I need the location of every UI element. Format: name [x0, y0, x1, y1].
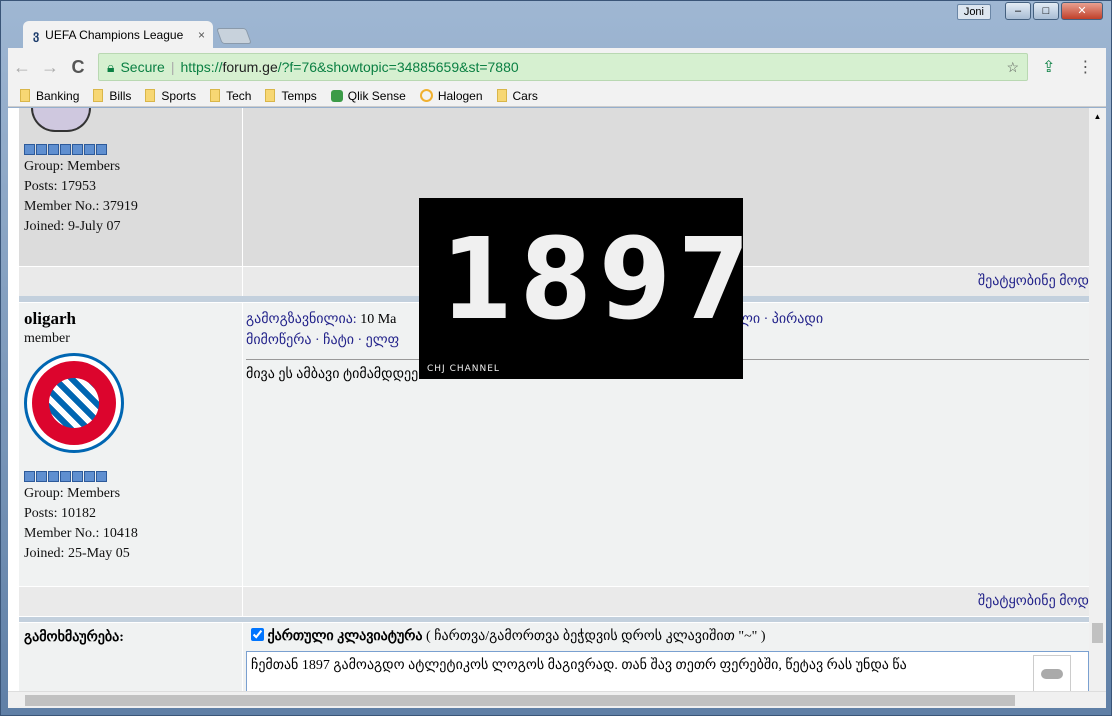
- address-bar[interactable]: 🔒︎ Secure | https://forum.ge/?f=76&showt…: [98, 53, 1028, 81]
- report-link[interactable]: შეატყობინე მოდ: [978, 273, 1089, 290]
- folder-icon: [496, 88, 507, 102]
- bookmark-bills[interactable]: Bills: [93, 88, 131, 103]
- sent-label[interactable]: გამოგზავნილია:: [246, 312, 357, 327]
- maximize-button[interactable]: □: [1033, 2, 1059, 20]
- extension-icon[interactable]: ⇪: [1042, 57, 1055, 77]
- bookmark-tech[interactable]: Tech: [210, 88, 251, 103]
- bookmarks-bar: Banking Bills Sports Tech Temps Qlik Sen…: [8, 85, 1106, 107]
- reload-button[interactable]: C: [64, 57, 92, 78]
- url-path: /?f=76&showtopic=34885659&st=7880: [277, 59, 519, 75]
- bookmark-sports[interactable]: Sports: [145, 88, 196, 103]
- bookmark-halogen[interactable]: Halogen: [419, 88, 483, 103]
- scroll-up-icon: ▲: [1093, 112, 1102, 121]
- back-button[interactable]: ←: [8, 57, 36, 78]
- bookmark-cars[interactable]: Cars: [496, 88, 538, 103]
- avatar-bayern-logo: [24, 353, 124, 453]
- reply-textarea[interactable]: ჩემთან 1897 გამოაგდო ატლეტიკოს ლოგოს მაგ…: [246, 651, 1089, 693]
- folder-icon: [93, 88, 104, 102]
- folder-icon: [210, 88, 221, 102]
- horizontal-scrollbar[interactable]: [8, 691, 1106, 708]
- vertical-scrollbar[interactable]: ▲: [1089, 108, 1106, 708]
- tab-active[interactable]: ვ UEFA Champions League ×: [23, 21, 213, 48]
- secure-label: Secure: [120, 59, 165, 75]
- scroll-thumb[interactable]: [25, 695, 1015, 706]
- profile-button[interactable]: Joni: [956, 4, 991, 20]
- post1-author: Group: Members Posts: 17953 Member No.: …: [19, 108, 242, 266]
- folder-icon: [145, 88, 156, 102]
- reply-area: ქართული კლავიატურა ( ჩართვა/გამორთვა ბეჭ…: [243, 623, 1089, 693]
- scroll-thumb: [1092, 623, 1103, 643]
- url-scheme: https://: [180, 59, 223, 75]
- folder-icon: [265, 88, 276, 102]
- menu-icon[interactable]: ⋮: [1077, 57, 1093, 77]
- url-host: forum.ge: [222, 59, 278, 75]
- close-window-button[interactable]: ✕: [1061, 2, 1103, 20]
- browser-window: Joni – □ ✕ ვ UEFA Champions League × ← →…: [0, 0, 1112, 716]
- toggle-widget[interactable]: [1033, 655, 1071, 693]
- forward-button[interactable]: →: [36, 57, 64, 78]
- rank-pips: [24, 471, 242, 482]
- reply-label: გამოხმაურება:: [19, 623, 242, 693]
- minimize-button[interactable]: –: [1005, 2, 1031, 20]
- video-overlay-1897[interactable]: 1897 CHJ CHANNEL: [419, 198, 750, 379]
- username[interactable]: oligarh: [19, 303, 242, 329]
- forum-favicon-icon: ვ: [33, 27, 40, 42]
- bookmark-banking[interactable]: Banking: [20, 88, 79, 103]
- avatar: [31, 108, 91, 132]
- post2-author: oligarh member Group: Members Posts: 101…: [19, 303, 242, 586]
- bookmark-qlik-sense[interactable]: Qlik Sense: [330, 89, 406, 103]
- report-link[interactable]: შეატყობინე მოდ: [978, 593, 1089, 610]
- post2-footer: შეატყობინე მოდ: [19, 586, 1089, 616]
- bookmark-star-icon[interactable]: ☆: [1006, 59, 1019, 76]
- halogen-icon: [419, 88, 433, 102]
- new-tab-button[interactable]: [216, 28, 252, 44]
- lock-icon: 🔒︎: [107, 58, 115, 75]
- rank-pips: [24, 144, 242, 155]
- georgian-keyboard-checkbox[interactable]: [251, 628, 264, 641]
- tab-close-icon[interactable]: ×: [198, 28, 205, 42]
- qlik-icon: [330, 89, 343, 102]
- folder-icon: [20, 88, 30, 102]
- bookmark-temps[interactable]: Temps: [265, 88, 317, 103]
- tab-title: UEFA Champions League: [45, 27, 184, 42]
